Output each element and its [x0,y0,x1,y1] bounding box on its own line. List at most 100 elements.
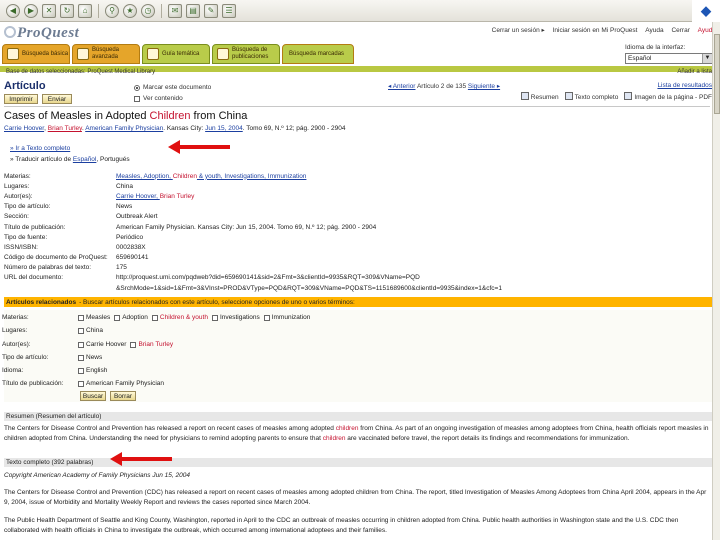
meta-label: Tipo de fuente: [4,233,48,241]
goto-fulltext-link[interactable]: » Ir a Texto completo [10,143,130,154]
byline-text: . Kansas City: [163,125,206,132]
summary-label: Resumen [530,94,559,101]
results-list-link[interactable]: Lista de resultados [657,82,712,89]
checkbox[interactable] [78,314,84,321]
meta-highlight[interactable]: Children [173,173,197,180]
related-term[interactable]: Brian Turley [130,341,173,348]
author-link[interactable]: Carrie Hoover [4,125,44,132]
meta-value[interactable]: Carrie Hoover, Brian Turley [116,193,710,200]
related-term[interactable]: Carrie Hoover [78,341,126,348]
related-label: Lugares: [2,327,28,334]
meta-row-url: URL del documento: http://proquest.umi.co… [4,273,710,283]
tab-advanced-search[interactable]: Búsqueda avanzada [72,44,140,64]
format-options: Resumen Texto completo Imagen de la pági… [520,92,712,101]
term-label: American Family Physician [86,380,165,387]
top-link-close-session[interactable]: Cerrar un sesión ▸ [492,27,545,34]
related-term[interactable]: Adoption [114,314,148,321]
related-term[interactable]: Measles [78,314,110,321]
checkbox[interactable] [78,327,84,334]
related-label: Materias: [2,314,29,321]
checkbox[interactable] [78,341,84,348]
clear-button[interactable]: Borrar [110,391,136,401]
language-select[interactable]: Español ▼ [625,53,713,64]
discuss-icon[interactable]: ☰ [222,3,236,18]
related-term[interactable]: China [78,327,103,334]
meta-label: Autor(es): [4,192,33,200]
print-button[interactable]: Imprimir [4,94,38,104]
mail-icon[interactable]: ✉ [168,3,182,18]
view-content-option[interactable]: Ver contenido [134,95,183,102]
summary-format-link[interactable]: Resumen [520,92,559,101]
back-icon[interactable]: ◀ [6,3,20,18]
stop-icon[interactable]: ✕ [42,3,56,18]
fulltext-format-link[interactable]: Texto completo [564,92,618,101]
related-term[interactable]: English [78,367,107,374]
search-icon[interactable]: ⚲ [105,3,119,18]
meta-link[interactable]: Measles, Adoption, [116,173,173,180]
tab-topic-guide[interactable]: Guía temática [142,44,210,64]
scroll-thumb[interactable] [714,34,720,114]
meta-link[interactable]: & youth, Investigations, Immunization [197,173,307,180]
term-label: Brian Turley [138,341,174,348]
history-icon[interactable]: ◷ [141,3,155,18]
related-term[interactable]: News [78,354,102,361]
proquest-logo[interactable]: ProQuest [4,25,79,41]
related-label: Título de publicación: [2,380,64,387]
related-term[interactable]: Immunization [263,314,310,321]
summary-text: from China. As part of an ongoing invest… [358,425,616,432]
search-button[interactable]: Buscar [80,391,106,401]
date-link[interactable]: Jun 15, 2004 [205,125,243,132]
print-icon[interactable]: ▤ [186,3,200,18]
forward-icon[interactable]: ▶ [24,3,38,18]
translate-language-other[interactable]: , Portugués [96,156,129,163]
meta-label: Lugares: [4,182,30,190]
home-icon[interactable]: ⌂ [78,3,92,18]
author-link[interactable]: Brian Turley [48,125,82,132]
related-term[interactable]: Investigations [211,314,260,321]
checkbox[interactable] [211,314,218,321]
related-term[interactable]: American Family Physician [78,380,164,387]
checkbox[interactable] [134,95,140,102]
pdf-format-link[interactable]: Imagen de la página - PDF [624,92,712,101]
top-link-close[interactable]: Cerrar [671,27,689,34]
translate-language-link[interactable]: Español [73,156,97,163]
page-scrollbar[interactable] [712,22,720,540]
term-label: News [86,354,103,361]
add-to-list-link[interactable]: Añadir a lista [677,69,712,75]
term-label: English [86,367,108,374]
meta-value[interactable]: &SrchMode=1&sid=1&Fmt=3&VInst=PROD&VType… [116,285,710,292]
meta-row-doc-id: Código de documento de ProQuest: 65969014… [4,253,710,263]
meta-link[interactable]: Carrie Hoover, [116,193,160,200]
meta-value[interactable]: Measles, Adoption, Children & youth, Inv… [116,173,710,180]
edit-icon[interactable]: ✎ [204,3,218,18]
tab-basic-search[interactable]: Búsqueda básica [2,44,70,64]
radio-button[interactable] [134,84,140,91]
checkbox[interactable] [78,380,84,387]
checkbox[interactable] [78,367,84,374]
divider [4,106,710,107]
checkbox[interactable] [151,314,158,321]
refresh-icon[interactable]: ↻ [60,3,74,18]
mark-document-option[interactable]: Marcar este documento [134,84,211,91]
tab-publication-search[interactable]: Búsqueda de publicaciones [212,44,280,64]
send-button[interactable]: Enviar [42,94,72,104]
term-label: Measles [86,314,111,321]
meta-value[interactable]: http://proquest.umi.com/pqdweb?did=65969… [116,274,710,281]
journal-link[interactable]: American Family Physician [85,125,163,132]
related-term[interactable]: Children & youth [151,314,208,321]
meta-value[interactable]: China [116,183,710,190]
next-link[interactable]: Siguiente ▸ [468,83,500,90]
top-link-help[interactable]: Ayuda [645,27,663,34]
previous-link[interactable]: ◂ Anterior [388,83,415,90]
meta-row-places: Lugares: China [4,181,710,191]
checkbox[interactable] [78,354,84,361]
meta-highlight[interactable]: Brian Turley [160,193,195,200]
checkbox[interactable] [114,314,121,321]
top-link-my-proquest[interactable]: Iniciar sesión en Mi ProQuest [553,27,638,34]
checkbox[interactable] [130,341,137,348]
tab-marked[interactable]: Búsqueda marcadas [282,44,354,64]
breadcrumb: Base de datos seleccionadas: ProQuest Me… [6,69,156,75]
checkbox[interactable] [263,314,270,321]
meta-label: Título de publicación: [4,223,66,231]
favorites-icon[interactable]: ★ [123,3,137,18]
